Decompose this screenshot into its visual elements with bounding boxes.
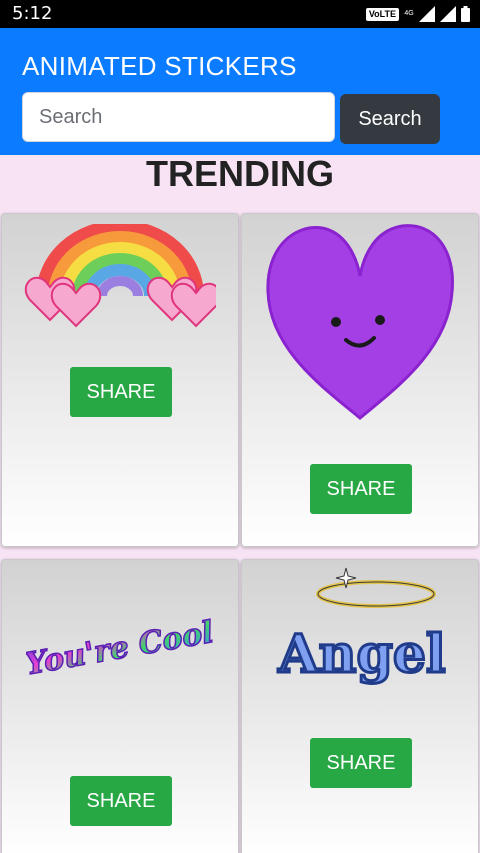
- rainbow-hearts-sticker: [24, 224, 216, 328]
- sticker-card[interactable]: SHARE: [1, 213, 239, 547]
- sticker-card[interactable]: Angel SHARE: [241, 559, 479, 853]
- signal-icon: [440, 6, 456, 22]
- status-time: 5:12: [12, 3, 53, 24]
- search-button[interactable]: Search: [340, 94, 440, 144]
- sticker-card[interactable]: SHARE: [241, 213, 479, 547]
- app-title: ANIMATED STICKERS: [22, 51, 297, 81]
- youre-cool-sticker: You're Cool: [26, 614, 216, 683]
- sticker-card[interactable]: You're Cool SHARE: [1, 559, 239, 853]
- section-title: TRENDING: [146, 153, 334, 194]
- search-input[interactable]: [22, 92, 335, 142]
- share-button[interactable]: SHARE: [310, 738, 412, 788]
- purple-heart-sticker: [266, 224, 454, 420]
- share-button[interactable]: SHARE: [70, 776, 172, 826]
- signal-icon: [419, 6, 435, 22]
- battery-icon: [461, 6, 470, 22]
- status-bar: 5:12 VoLTE 4G: [0, 0, 480, 28]
- app-header: ANIMATED STICKERS Search: [0, 28, 480, 155]
- network-type: 4G: [404, 10, 414, 17]
- share-button[interactable]: SHARE: [70, 367, 172, 417]
- share-button[interactable]: SHARE: [310, 464, 412, 514]
- angel-text: Angel: [277, 624, 445, 685]
- status-icons: VoLTE 4G: [365, 6, 470, 22]
- youre-cool-text: You're Cool: [26, 615, 216, 683]
- angel-sticker: Angel: [276, 567, 447, 687]
- volte-icon: VoLTE: [365, 7, 399, 21]
